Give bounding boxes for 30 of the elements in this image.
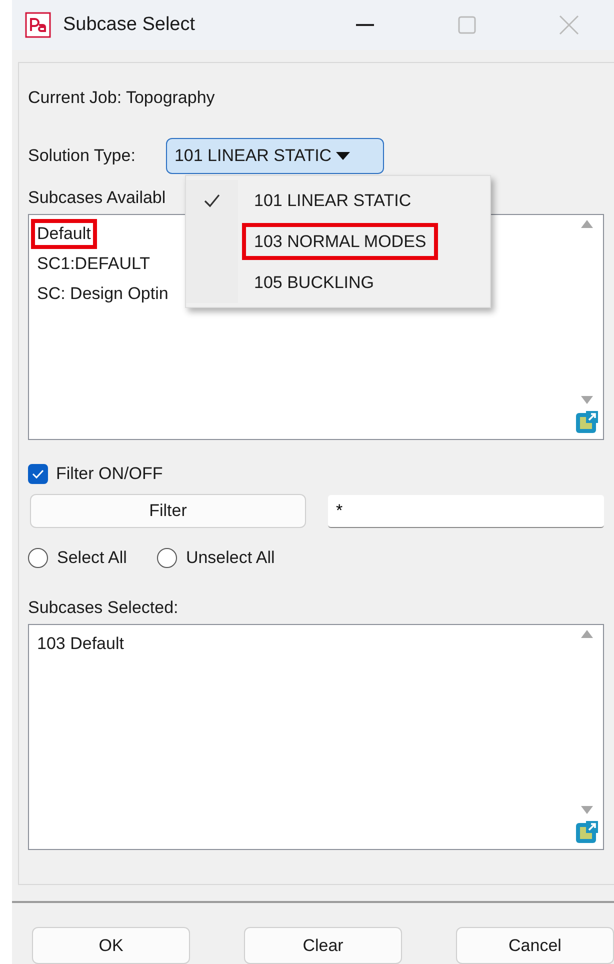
filter-field[interactable]: * [328,494,604,528]
scroll-up-arrow-icon[interactable] [580,219,594,229]
solution-type-label: Solution Type: [28,146,136,166]
caret-icon [336,152,350,160]
radio-option[interactable]: Unselect All [156,548,275,568]
export-icon[interactable] [574,819,600,845]
scroll-down-arrow-icon[interactable] [580,805,594,815]
filter-checkbox[interactable]: Filter ON/OFF [28,464,163,484]
subcases-available-label: Subcases Availabl [28,188,166,208]
filter-button[interactable]: Filter [30,494,306,528]
list-item[interactable]: SC1:DEFAULT [31,249,156,279]
solution-type-dropdown[interactable]: 101 LINEAR STATIC [166,138,384,174]
radio-option[interactable]: Select All [28,548,127,568]
export-icon[interactable] [574,409,600,435]
menu-item[interactable]: 105 BUCKLING [186,262,484,303]
subcases-selected-label: Subcases Selected: [28,598,178,618]
list-item[interactable]: SC: Design Optin [31,279,174,309]
list-item[interactable]: Default [31,219,97,249]
close-icon[interactable] [557,13,581,37]
list-box[interactable]: 103 Default [28,624,604,850]
scroll-up-arrow-icon[interactable] [580,629,594,639]
app-logo-icon [25,12,51,38]
window-title: Subcase Select [63,14,196,36]
dialog-button[interactable]: OK [32,927,190,964]
dialog-button[interactable]: Cancel [456,927,614,964]
scroll-down-arrow-icon[interactable] [580,395,594,405]
dialog-button[interactable]: Clear [244,927,402,964]
current-job-label: Current Job: Topography [28,88,215,108]
list-item[interactable]: 103 Default [31,629,130,659]
checkmark-icon [32,469,44,479]
